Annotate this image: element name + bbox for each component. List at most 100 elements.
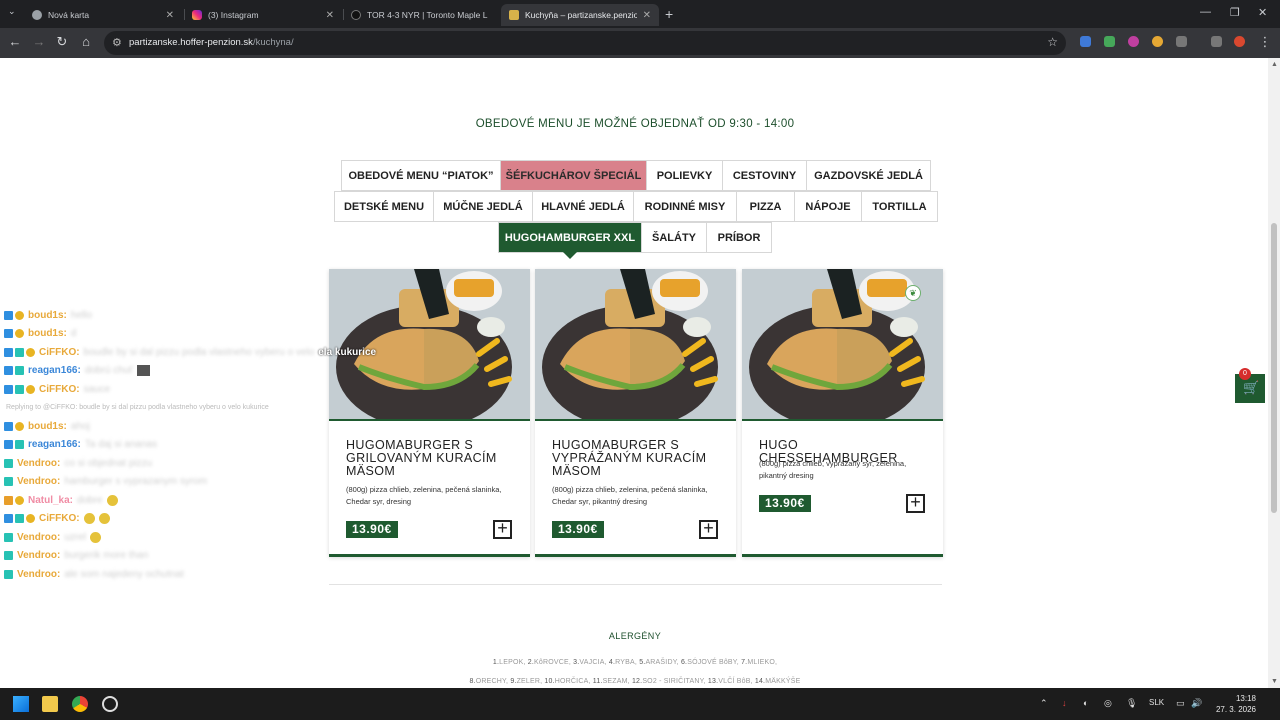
shopping-cart-icon: 🛒 [1243, 380, 1260, 395]
maximize-icon[interactable]: ❐ [1230, 6, 1240, 19]
bookmark-star-icon[interactable]: ☆ [1047, 35, 1058, 49]
file-explorer-icon[interactable] [42, 696, 58, 712]
chat-badge-icon [26, 347, 35, 357]
back-icon[interactable]: ← [6, 34, 24, 49]
tray-chevron-icon[interactable]: ⌃ [1040, 698, 1048, 709]
tab-mucne-jedla[interactable]: MÚČNE JEDLÁ [433, 191, 533, 222]
windows-start-icon[interactable] [13, 696, 29, 712]
puzzle-extensions-icon[interactable] [1176, 36, 1187, 47]
tab-tortilla[interactable]: TORTILLA [861, 191, 938, 222]
chat-username[interactable]: Vendroo: [17, 550, 60, 561]
product-photo[interactable] [535, 269, 736, 421]
chat-username[interactable]: CiFFKO: [39, 384, 80, 395]
volume-icon[interactable]: 🔊 [1191, 698, 1202, 709]
browser-toolbar: ← → ↻ ⌂ ⚙ partizanske.hoffer-penzion.sk/… [0, 28, 1280, 58]
steam-like-app-icon[interactable] [102, 696, 118, 712]
vegetarian-leaf-icon: ❦ [905, 285, 921, 301]
extension-icon[interactable] [1128, 36, 1139, 47]
tab-hockey-score[interactable]: TOR 4-3 NYR | Toronto Maple L [343, 4, 501, 26]
chat-text: d [70, 328, 77, 340]
tab-kuchyna[interactable]: Kuchyňa – partizanske.penzion ✕ [501, 4, 659, 26]
chat-badge-icon [15, 440, 24, 450]
allergen-name: SEZAM, [602, 678, 632, 685]
close-tab-icon[interactable]: ✕ [166, 10, 174, 21]
address-bar[interactable]: ⚙ partizanske.hoffer-penzion.sk/kuchyna/… [104, 31, 1066, 55]
keyboard-language[interactable]: SLK [1149, 698, 1164, 707]
product-photo[interactable]: ❦ [742, 269, 943, 421]
category-tabs-row-2: DETSKÉ MENU MÚČNE JEDLÁ HLAVNÉ JEDLÁ ROD… [334, 191, 938, 222]
chat-emoji-icon [106, 494, 118, 506]
chat-username[interactable]: reagan166: [28, 439, 81, 450]
tab-search-icon[interactable]: ⌄ [8, 6, 16, 17]
chat-username[interactable]: Vendroo: [17, 532, 60, 543]
chrome-icon[interactable] [72, 696, 88, 712]
close-tab-icon[interactable]: ✕ [643, 10, 651, 21]
chat-badge-icon [26, 384, 35, 394]
tab-instagram[interactable]: (3) Instagram ✕ [184, 4, 342, 26]
new-tab-icon[interactable]: + [665, 6, 673, 22]
tab-detske-menu[interactable]: DETSKÉ MENU [334, 191, 434, 222]
chat-message: Vendroo: ale som najedeny ochutnat [4, 565, 424, 584]
extension-icon[interactable] [1080, 36, 1091, 47]
tray-app-icon[interactable]: ◎ [1104, 698, 1112, 709]
tab-new-tab[interactable]: Nová karta ✕ [24, 4, 182, 26]
tab-gazdovske-jedla[interactable]: GAZDOVSKÉ JEDLÁ [806, 160, 931, 191]
chat-username[interactable]: boud1s: [28, 328, 67, 339]
allergen-number: 10. [544, 678, 555, 685]
tab-hugohamburger-xxl[interactable]: HUGOHAMBURGER XXL [498, 222, 642, 253]
add-to-cart-plus-icon[interactable]: + [493, 519, 512, 539]
site-info-icon[interactable]: ⚙ [112, 36, 122, 49]
tab-obedove-menu[interactable]: OBEDOVÉ MENU “PIATOK” [341, 160, 501, 191]
product-name[interactable]: HUGOMABURGER S VYPRÁŽANÝM KURACÍM MÄSOM [552, 439, 722, 478]
home-icon[interactable]: ⌂ [77, 34, 95, 49]
tab-napoje[interactable]: NÁPOJE [794, 191, 862, 222]
forward-icon[interactable]: → [30, 34, 48, 49]
tab-pribor[interactable]: PRÍBOR [706, 222, 772, 253]
microphone-icon[interactable]: 🎙 [1126, 698, 1137, 709]
chat-username[interactable]: boud1s: [28, 310, 67, 321]
chat-username[interactable]: Vendroo: [17, 458, 60, 469]
chat-username[interactable]: boud1s: [28, 421, 67, 432]
tab-salaty[interactable]: ŠALÁTY [641, 222, 707, 253]
add-to-cart-plus-icon[interactable]: + [906, 493, 925, 513]
minimize-icon[interactable]: — [1200, 6, 1211, 18]
tab-hlavne-jedla[interactable]: HLAVNÉ JEDLÁ [532, 191, 634, 222]
scroll-down-icon[interactable]: ▼ [1271, 678, 1278, 685]
chat-text-visible: ela kukurice [318, 346, 377, 358]
network-icon[interactable]: ▭ [1176, 698, 1185, 709]
scroll-thumb[interactable] [1271, 223, 1277, 513]
reload-icon[interactable]: ↻ [53, 34, 71, 50]
system-clock[interactable]: 13:18 27. 3. 2026 [1208, 693, 1256, 715]
chat-username[interactable]: reagan166: [28, 365, 81, 376]
url-text[interactable]: partizanske.hoffer-penzion.sk/kuchyna/ [129, 37, 294, 48]
globe-icon [32, 10, 42, 20]
menu-dots-icon[interactable]: ⋮ [1256, 34, 1274, 50]
scroll-up-icon[interactable]: ▲ [1271, 61, 1278, 68]
reading-list-icon[interactable] [1211, 36, 1222, 47]
tab-pizza[interactable]: PIZZA [736, 191, 795, 222]
close-window-icon[interactable]: ✕ [1258, 6, 1267, 19]
product-price: 13.90€ [552, 521, 604, 538]
allergen-name: HORČICA, [554, 678, 593, 685]
allergen-number: 12. [631, 678, 643, 685]
extension-icon[interactable] [1152, 36, 1163, 47]
chat-username[interactable]: CiFFKO: [39, 513, 80, 524]
chat-badge-icon [4, 551, 13, 561]
floating-cart-button[interactable]: 🛒 0 [1235, 368, 1265, 403]
chat-username[interactable]: CiFFKO: [39, 347, 80, 358]
shield-extension-icon[interactable] [1104, 36, 1115, 47]
chat-username[interactable]: Vendroo: [17, 476, 60, 487]
add-to-cart-plus-icon[interactable]: + [699, 519, 718, 539]
tab-sefkucharov-special[interactable]: ŠÉFKUCHÁROV ŠPECIÁL [500, 160, 647, 191]
chat-username[interactable]: Vendroo: [17, 569, 60, 580]
profile-avatar-icon[interactable] [1234, 36, 1245, 47]
chat-badge-icon [15, 310, 24, 320]
tab-polievky[interactable]: POLIEVKY [646, 160, 723, 191]
tab-rodinne-misy[interactable]: RODINNÉ MISY [633, 191, 737, 222]
tray-steam-icon[interactable]: ◐ [1083, 698, 1088, 708]
chat-username[interactable]: Natul_ka: [28, 495, 73, 506]
close-tab-icon[interactable]: ✕ [326, 10, 334, 21]
page-scrollbar[interactable]: ▲ ▼ [1268, 58, 1280, 688]
tray-app-icon[interactable]: ↓ [1062, 698, 1067, 708]
tab-cestoviny[interactable]: CESTOVINY [722, 160, 807, 191]
